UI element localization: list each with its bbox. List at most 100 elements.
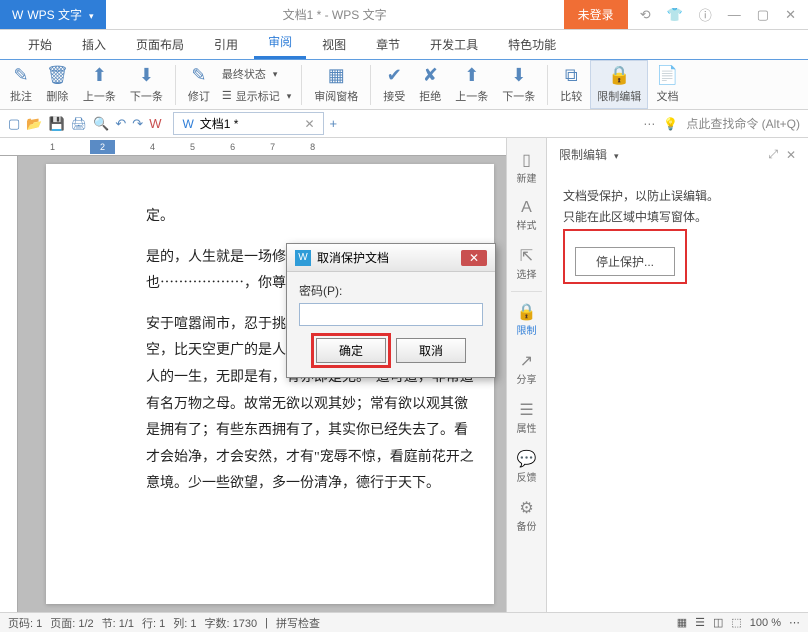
next-icon: ⬇	[139, 65, 154, 86]
password-input[interactable]	[299, 303, 483, 326]
side-props[interactable]: ☰属性	[507, 396, 546, 439]
marks-icon: ☰	[222, 89, 232, 102]
tab-ref[interactable]: 引用	[200, 30, 252, 59]
ok-button[interactable]: 确定	[316, 338, 386, 363]
undo-icon[interactable]: ↶	[115, 116, 126, 132]
status-more-icon[interactable]: ⋯	[789, 616, 800, 629]
view-mode2-icon[interactable]: ☰	[695, 616, 705, 629]
btn-next2[interactable]: ⬇下一条	[496, 61, 541, 108]
comment-icon: ✎	[13, 65, 28, 86]
props-icon: ☰	[519, 400, 533, 420]
btn-revise[interactable]: ✎修订	[182, 61, 216, 108]
add-tab-icon[interactable]: +	[330, 116, 338, 131]
tab-chapter[interactable]: 章节	[362, 30, 414, 59]
dialog-close-button[interactable]: ✕	[461, 250, 487, 266]
status-sep: |	[265, 617, 268, 629]
dialog-w-icon: W	[295, 250, 311, 266]
status-spell[interactable]: 拼写检查	[276, 615, 320, 631]
app-logo[interactable]: W WPS 文字	[0, 0, 106, 29]
btn-accept[interactable]: ✔接受	[377, 61, 411, 108]
tab-dev[interactable]: 开发工具	[416, 30, 492, 59]
print-icon[interactable]: 🖨	[71, 116, 88, 132]
doc-tab[interactable]: W 文档1 * ✕	[173, 112, 323, 135]
side-share[interactable]: ↗分享	[507, 347, 546, 390]
status-words[interactable]: 字数: 1730	[205, 615, 258, 631]
close-button[interactable]: ✕	[781, 3, 800, 27]
side-restrict[interactable]: 🔒限制	[507, 298, 546, 341]
ruler-horizontal[interactable]: 1 2 4 5 6 7 8	[0, 138, 506, 156]
side-style[interactable]: A样式	[507, 195, 546, 236]
side-new[interactable]: ▯新建	[507, 146, 546, 189]
btn-compare[interactable]: ⧉比较	[554, 61, 588, 108]
status-page-no[interactable]: 页码: 1	[8, 615, 42, 631]
panel-expand-icon[interactable]: ⤢	[768, 147, 778, 162]
btn-reject[interactable]: ✘拒绝	[413, 61, 447, 108]
next2-icon: ⬇	[511, 65, 526, 86]
btn-restrict[interactable]: 🔒限制编辑	[590, 60, 648, 109]
save-icon[interactable]: 💾	[48, 116, 64, 132]
ruler-vertical[interactable]	[0, 156, 18, 612]
tab-layout[interactable]: 页面布局	[122, 30, 198, 59]
btn-next[interactable]: ⬇下一条	[124, 61, 169, 108]
accept-icon: ✔	[387, 65, 402, 86]
style-icon: A	[521, 199, 532, 217]
cancel-button[interactable]: 取消	[396, 338, 466, 363]
shirt-icon[interactable]: 👕	[663, 3, 687, 27]
maximize-button[interactable]: ▢	[753, 3, 773, 27]
minimize-button[interactable]: —	[724, 3, 745, 26]
panel-line1: 文档受保护，以防止误编辑。	[563, 187, 792, 204]
view-mode4-icon[interactable]: ⬚	[731, 616, 741, 629]
dialog-title-text: 取消保护文档	[317, 249, 389, 266]
panel-chevron-icon[interactable]	[611, 148, 619, 162]
status-zoom[interactable]: 100 %	[750, 617, 781, 629]
panel-line2: 只能在此区域中填写窗体。	[563, 208, 792, 225]
statusbar: 页码: 1 页面: 1/2 节: 1/1 行: 1 列: 1 字数: 1730 …	[0, 612, 808, 632]
tab-review[interactable]: 审阅	[254, 27, 306, 59]
btn-approve[interactable]: ✎批注	[4, 61, 38, 108]
status-col[interactable]: 列: 1	[173, 615, 196, 631]
wps-icon[interactable]: W	[149, 116, 161, 131]
backup-icon: ⚙	[519, 498, 533, 518]
status-page[interactable]: 页面: 1/2	[50, 615, 93, 631]
open-icon[interactable]: 📂	[26, 116, 42, 132]
prev-icon: ⬆	[92, 65, 107, 86]
panel-close-icon[interactable]: ✕	[786, 148, 796, 162]
status-section[interactable]: 节: 1/1	[102, 615, 134, 631]
new-icon[interactable]: ▢	[8, 116, 20, 132]
btn-prev2[interactable]: ⬆上一条	[449, 61, 494, 108]
tab-feature[interactable]: 特色功能	[494, 30, 570, 59]
main-tabs: 开始 插入 页面布局 引用 审阅 视图 章节 开发工具 特色功能	[0, 30, 808, 60]
tab-view[interactable]: 视图	[308, 30, 360, 59]
pane-icon: ▦	[328, 65, 345, 86]
sync-icon[interactable]: ⟲	[636, 3, 655, 27]
tab-insert[interactable]: 插入	[68, 30, 120, 59]
side-backup[interactable]: ⚙备份	[507, 494, 546, 537]
app-menu-chevron	[86, 8, 94, 22]
final-state-dropdown[interactable]: 最终状态	[218, 64, 295, 84]
doc-tab-close-icon[interactable]: ✕	[304, 117, 314, 131]
side-select[interactable]: ⇱选择	[507, 242, 546, 285]
more-icon[interactable]: ⋯	[643, 117, 655, 131]
compare-icon: ⧉	[565, 65, 578, 86]
quick-access-toolbar: ▢ 📂 💾 🖨 🔍 ↶ ↷ W W 文档1 * ✕ + ⋯ 💡 点此查找命令 (…	[0, 110, 808, 138]
show-marks-dropdown[interactable]: ☰显示标记	[218, 86, 295, 106]
btn-review-pane[interactable]: ▦审阅窗格	[308, 61, 364, 108]
view-mode3-icon[interactable]: ◫	[713, 616, 723, 629]
stop-protect-button[interactable]: 停止保护...	[575, 247, 675, 276]
find-cmd-hint[interactable]: 点此查找命令 (Alt+Q)	[686, 115, 800, 132]
reject-icon: ✘	[423, 65, 438, 86]
redo-icon[interactable]: ↷	[132, 116, 143, 132]
doc-line1: 定。	[146, 204, 478, 231]
side-feedback[interactable]: 💬反馈	[507, 445, 546, 488]
btn-delete[interactable]: 🗑删除	[40, 61, 75, 108]
view-mode1-icon[interactable]: ▦	[677, 616, 687, 629]
btn-prev[interactable]: ⬆上一条	[77, 61, 122, 108]
btn-protect[interactable]: 📄文档	[650, 61, 684, 108]
preview-icon[interactable]: 🔍	[93, 116, 109, 132]
login-button[interactable]: 未登录	[564, 0, 628, 29]
tab-start[interactable]: 开始	[14, 30, 66, 59]
document-page[interactable]: 定。 是的，人生就是一场修行败入无底的深渊；如果也⋯⋯⋯⋯⋯⋯，你尊我⋯百姓夜不…	[46, 164, 494, 604]
share-icon: ↗	[520, 351, 533, 371]
status-row[interactable]: 行: 1	[142, 615, 165, 631]
info-icon[interactable]: ⓘ	[695, 1, 716, 28]
